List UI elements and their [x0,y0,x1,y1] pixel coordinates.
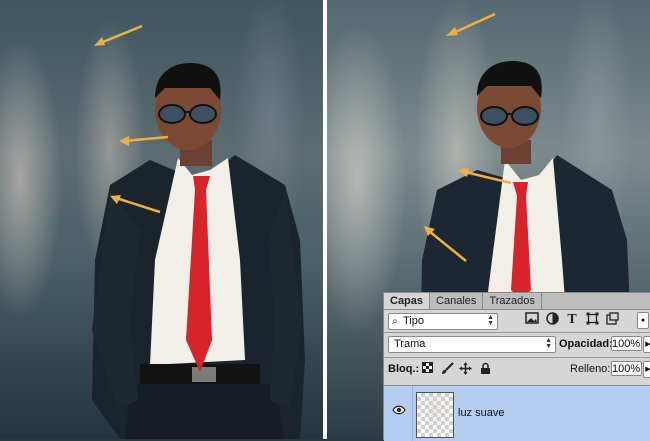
opacity-label: Opacidad: [559,338,613,350]
arrow-indicator [119,135,169,146]
chevron-updown-icon: ▲ ▼ [545,337,552,350]
lock-row: Bloq.: Relleno: 100% ▶ [384,359,650,381]
layers-panel: Capas Canales Trazados ⌕ Tipo ▲ ▼ T ● Tra… [383,292,650,441]
arrow-indicator [458,168,512,185]
divider [384,332,650,333]
lock-position-icon[interactable] [458,362,472,376]
opacity-input[interactable]: 100% [611,336,642,351]
type-filter-icon[interactable]: T [564,312,580,328]
filter-toggle-icon[interactable]: ● [637,312,649,329]
arrow-indicator [94,24,143,46]
layer-filter-select[interactable]: ⌕ Tipo ▲ ▼ [388,313,498,330]
adjustment-filter-icon[interactable] [544,312,560,328]
opacity-dropdown-icon[interactable]: ▶ [643,336,650,353]
smart-object-filter-icon[interactable] [604,312,620,328]
tab-layers[interactable]: Capas [384,293,431,309]
lock-transparent-icon[interactable] [420,362,434,376]
eye-icon[interactable] [392,404,406,418]
fill-label: Relleno: [570,363,611,375]
tab-paths[interactable]: Trazados [483,293,542,309]
arrow-indicator [424,226,467,262]
layer-thumbnail [416,392,454,438]
lock-paint-icon[interactable] [440,362,454,376]
image-filter-icon[interactable] [524,312,540,328]
divider [384,357,650,358]
man-in-suit-figure [92,63,305,439]
visibility-column [384,386,413,441]
fill-input[interactable]: 100% [611,361,642,376]
filter-row: ⌕ Tipo ▲ ▼ T ● [384,310,650,332]
chevron-updown-icon: ▲ ▼ [487,314,494,327]
panel-tabs: Capas Canales Trazados [384,293,650,310]
shape-filter-icon[interactable] [584,312,600,328]
tab-channels[interactable]: Canales [430,293,484,309]
lock-label: Bloq.: [388,363,420,375]
layer-row[interactable]: luz suave [384,385,650,441]
fill-dropdown-icon[interactable]: ▶ [643,361,650,378]
lock-all-icon[interactable] [478,362,492,376]
arrow-indicator [446,12,496,36]
layer-name: luz suave [458,407,505,419]
photo-before [0,0,323,439]
search-icon: ⌕ [392,316,398,327]
blend-mode-select[interactable]: Trama ▲ ▼ [388,336,556,353]
arrow-indicator [110,195,161,214]
blend-row: Trama ▲ ▼ Opacidad: 100% ▶ [384,334,650,356]
